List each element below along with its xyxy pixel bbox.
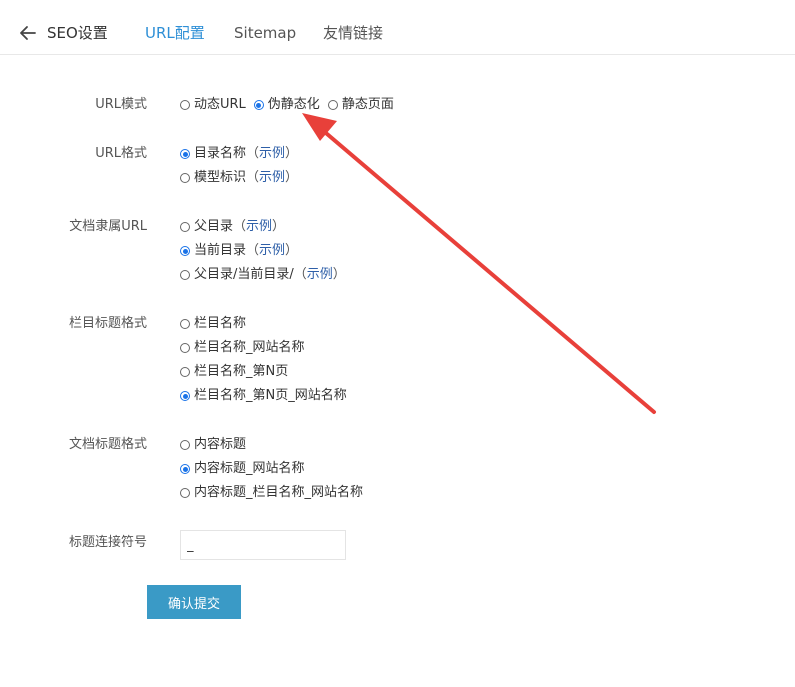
- radio-checked-icon[interactable]: [180, 391, 190, 401]
- top-bar: SEO设置 URL配置 Sitemap 友情链接: [0, 0, 795, 55]
- tab-sitemap[interactable]: Sitemap: [234, 23, 296, 43]
- url-mode-option-static[interactable]: 静态页面: [327, 96, 394, 114]
- radio-icon[interactable]: [180, 343, 190, 353]
- example-link[interactable]: 示例: [307, 266, 333, 284]
- radio-checked-icon[interactable]: [180, 246, 190, 256]
- doc-url-option-current[interactable]: 当前目录 （示例）: [180, 242, 298, 260]
- radio-icon[interactable]: [180, 270, 190, 280]
- radio-checked-icon[interactable]: [253, 100, 264, 110]
- doc-title-label: 文档标题格式: [68, 437, 147, 452]
- example-link[interactable]: 示例: [259, 242, 285, 260]
- separator-label: 标题连接符号: [68, 535, 147, 550]
- doc-url-option-parent[interactable]: 父目录 （示例）: [180, 218, 285, 236]
- doc-title-option-3[interactable]: 内容标题_栏目名称_网站名称: [180, 484, 363, 502]
- url-format-option-model-id[interactable]: 模型标识 （示例）: [180, 169, 298, 187]
- radio-icon[interactable]: [180, 222, 190, 232]
- radio-icon[interactable]: [180, 440, 190, 450]
- doc-url-option-parent-current[interactable]: 父目录/当前目录/ （示例）: [180, 266, 346, 284]
- url-mode-options: 动态URL 伪静态化 静态页面: [180, 96, 402, 114]
- radio-icon[interactable]: [180, 100, 190, 110]
- radio-icon[interactable]: [180, 319, 190, 329]
- url-mode-label: URL模式: [95, 97, 147, 112]
- radio-icon[interactable]: [327, 100, 338, 110]
- column-title-option-3[interactable]: 栏目名称_第N页: [180, 363, 288, 381]
- radio-checked-icon[interactable]: [180, 149, 190, 159]
- column-title-label: 栏目标题格式: [68, 316, 147, 331]
- radio-icon[interactable]: [180, 367, 190, 377]
- radio-icon[interactable]: [180, 173, 190, 183]
- example-link[interactable]: 示例: [259, 145, 285, 163]
- example-link[interactable]: 示例: [259, 169, 285, 187]
- url-mode-option-pseudo-static[interactable]: 伪静态化: [253, 96, 320, 114]
- tab-friend-links[interactable]: 友情链接: [323, 23, 383, 43]
- column-title-option-1[interactable]: 栏目名称: [180, 315, 246, 333]
- page-title: SEO设置: [47, 24, 108, 42]
- url-mode-option-dynamic[interactable]: 动态URL: [180, 96, 246, 114]
- back-arrow-icon[interactable]: [17, 22, 39, 44]
- url-format-option-dir-name[interactable]: 目录名称 （示例）: [180, 145, 298, 163]
- column-title-option-2[interactable]: 栏目名称_网站名称: [180, 339, 305, 357]
- example-link[interactable]: 示例: [246, 218, 272, 236]
- doc-title-option-2[interactable]: 内容标题_网站名称: [180, 460, 305, 478]
- submit-button[interactable]: 确认提交: [147, 585, 241, 619]
- doc-url-label: 文档隶属URL: [69, 219, 147, 234]
- tab-url-config[interactable]: URL配置: [145, 23, 205, 43]
- url-format-label: URL格式: [95, 146, 147, 161]
- column-title-option-4[interactable]: 栏目名称_第N页_网站名称: [180, 387, 347, 405]
- separator-input[interactable]: [180, 530, 346, 560]
- doc-title-option-1[interactable]: 内容标题: [180, 436, 246, 454]
- radio-icon[interactable]: [180, 488, 190, 498]
- radio-checked-icon[interactable]: [180, 464, 190, 474]
